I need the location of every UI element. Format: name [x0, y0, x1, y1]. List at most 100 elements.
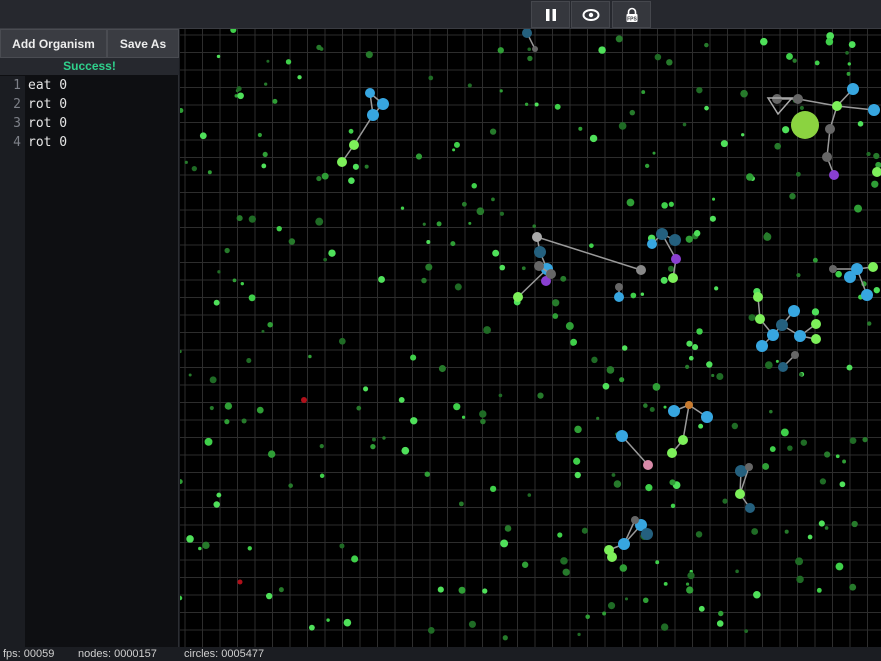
simulation-canvas[interactable]: [180, 29, 881, 647]
food-particle: [711, 373, 715, 378]
food-particle: [670, 503, 676, 509]
food-particle: [450, 241, 456, 247]
food-particle: [285, 59, 292, 65]
food-particle: [454, 283, 462, 291]
food-particle: [297, 75, 302, 80]
view-toggle-button[interactable]: [571, 1, 610, 28]
pause-button[interactable]: [531, 1, 570, 28]
food-particle: [570, 338, 578, 346]
code-line[interactable]: rot 0: [28, 95, 67, 114]
food-particle: [188, 373, 192, 377]
food-particle: [248, 215, 256, 223]
organism-node: [829, 265, 837, 273]
food-particle: [688, 355, 694, 361]
food-particle: [846, 71, 851, 76]
food-particle: [527, 493, 532, 497]
organism-node: [641, 528, 653, 540]
food-particle: [848, 41, 856, 48]
fps-lock-button[interactable]: FPS: [612, 1, 651, 28]
code-line[interactable]: eat 0: [28, 76, 67, 95]
food-particle: [236, 215, 243, 222]
organism-node: [643, 460, 653, 470]
food-particle: [326, 618, 330, 622]
food-particle: [489, 128, 497, 135]
organism-node: [755, 314, 765, 324]
food-particle: [716, 620, 724, 627]
food-particle: [209, 405, 214, 411]
food-particle: [839, 481, 846, 488]
organism-node: [616, 430, 628, 442]
food-particle: [795, 557, 804, 566]
food-particle: [573, 457, 581, 465]
organism-node: [701, 411, 713, 423]
save-as-button[interactable]: Save As: [107, 29, 179, 58]
food-particle: [760, 37, 768, 46]
food-particle: [202, 541, 210, 550]
food-particle: [186, 535, 194, 543]
food-particle: [363, 386, 369, 392]
food-particle: [618, 122, 627, 130]
organism-node: [669, 234, 681, 246]
food-particle: [866, 151, 871, 157]
food-particle: [854, 204, 863, 213]
food-particle: [611, 473, 616, 477]
food-particle: [308, 624, 315, 631]
food-particle: [613, 480, 622, 488]
nodes-counter: nodes: 0000157: [78, 648, 157, 660]
food-particle: [482, 588, 488, 594]
food-particle: [461, 201, 467, 207]
organism-node: [735, 489, 745, 499]
food-particle: [319, 443, 324, 449]
food-particle: [704, 42, 709, 48]
food-particle: [641, 90, 646, 95]
add-organism-button[interactable]: Add Organism: [0, 29, 107, 58]
food-particle: [504, 525, 512, 532]
organism-node: [756, 340, 768, 352]
food-particle: [796, 575, 804, 584]
food-particle: [774, 142, 782, 150]
food-particle: [267, 450, 276, 458]
food-particle: [835, 562, 844, 571]
food-particle: [490, 485, 497, 492]
food-particle: [262, 151, 268, 157]
organism-node: [534, 246, 546, 258]
food-particle: [818, 520, 825, 527]
food-particle: [502, 635, 508, 641]
organism-node: [667, 448, 677, 458]
food-particle: [213, 299, 220, 306]
organism-node: [861, 289, 873, 301]
organism-node: [791, 111, 819, 139]
food-particle: [213, 501, 220, 508]
food-particle: [204, 437, 213, 446]
eye-icon: [582, 8, 599, 21]
food-particle: [261, 163, 267, 169]
code-line[interactable]: rot 0: [28, 133, 67, 152]
code-editor[interactable]: 1 eat 0 2 rot 0 3 rot 0 4 rot 0: [0, 76, 179, 647]
line-number: 1: [13, 78, 21, 93]
organism-node: [832, 101, 842, 111]
food-particle: [630, 292, 637, 299]
food-particle: [301, 397, 307, 403]
food-particle: [775, 359, 779, 363]
food-particle: [591, 356, 598, 364]
food-particle: [685, 582, 690, 586]
food-particle: [479, 410, 487, 418]
food-particle: [596, 416, 600, 420]
food-particle: [382, 436, 386, 440]
food-particle: [696, 328, 703, 335]
organism-node: [685, 401, 693, 409]
food-particle: [428, 75, 434, 81]
food-particle: [716, 372, 724, 380]
food-particle: [577, 632, 581, 637]
organism-node: [532, 232, 542, 242]
organism-node: [607, 552, 617, 562]
organism-node: [776, 319, 788, 331]
food-particle: [624, 597, 629, 601]
food-particle: [764, 361, 773, 369]
food-particle: [191, 165, 197, 172]
food-particle: [267, 321, 273, 328]
food-particle: [602, 382, 610, 390]
food-particle: [682, 122, 687, 127]
code-line[interactable]: rot 0: [28, 114, 67, 133]
organism-node: [546, 269, 556, 279]
